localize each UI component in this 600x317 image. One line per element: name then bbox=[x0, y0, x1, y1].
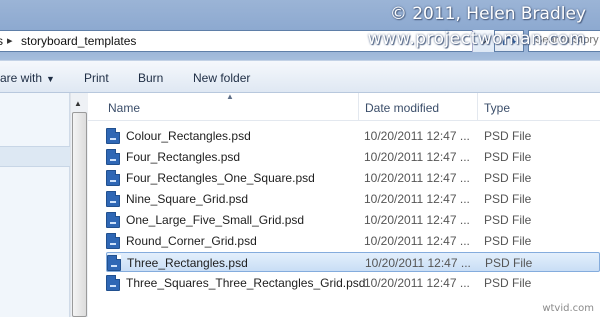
psd-file-icon bbox=[106, 233, 120, 249]
nav-selected-item[interactable] bbox=[0, 146, 70, 167]
psd-file-icon bbox=[106, 149, 120, 165]
nav-pane-scrollbar[interactable]: ▲ bbox=[70, 93, 88, 317]
column-headers: ▲ Name Date modified Type bbox=[88, 92, 600, 121]
file-type: PSD File bbox=[484, 129, 532, 143]
file-row-selected[interactable]: Three_Rectangles.psd 10/20/2011 12:47 ..… bbox=[106, 252, 600, 272]
column-divider[interactable] bbox=[358, 93, 359, 121]
file-name: Four_Rectangles_One_Square.psd bbox=[126, 171, 315, 185]
file-type: PSD File bbox=[485, 256, 533, 270]
psd-file-icon bbox=[107, 255, 121, 271]
file-row[interactable]: Four_Rectangles.psd 10/20/2011 12:47 ...… bbox=[106, 147, 600, 167]
file-name: One_Large_Five_Small_Grid.psd bbox=[126, 213, 305, 227]
navigation-pane bbox=[0, 93, 70, 317]
file-row[interactable]: Colour_Rectangles.psd 10/20/2011 12:47 .… bbox=[106, 126, 600, 146]
file-list-pane: ▲ Name Date modified Type Colour_Rectang… bbox=[88, 92, 600, 317]
psd-file-icon bbox=[106, 212, 120, 228]
file-row[interactable]: Four_Rectangles_One_Square.psd 10/20/201… bbox=[106, 168, 600, 188]
print-button[interactable]: Print bbox=[84, 71, 109, 85]
watermark-copyright-line: © 2011, Helen Bradley bbox=[389, 4, 586, 24]
column-header-name[interactable]: Name bbox=[108, 101, 140, 115]
file-name: Round_Corner_Grid.psd bbox=[126, 234, 257, 248]
window-title-bar: s ▸ storyboard_templates © 2011, Helen B… bbox=[0, 0, 600, 60]
share-with-label: are with bbox=[0, 71, 43, 85]
file-date-modified: 10/20/2011 12:47 ... bbox=[364, 192, 470, 206]
psd-file-icon bbox=[106, 128, 120, 144]
breadcrumb-previous-segment[interactable]: s bbox=[0, 34, 3, 48]
psd-file-icon bbox=[106, 170, 120, 186]
psd-file-icon bbox=[106, 191, 120, 207]
file-row[interactable]: Round_Corner_Grid.psd 10/20/2011 12:47 .… bbox=[106, 231, 600, 251]
file-row[interactable]: Three_Squares_Three_Rectangles_Grid.psd … bbox=[106, 273, 600, 293]
file-name: Three_Rectangles.psd bbox=[127, 256, 248, 270]
file-type: PSD File bbox=[484, 213, 532, 227]
column-header-type[interactable]: Type bbox=[484, 101, 510, 115]
file-date-modified: 10/20/2011 12:47 ... bbox=[364, 234, 470, 248]
column-divider[interactable] bbox=[477, 93, 478, 121]
file-date-modified: 10/20/2011 12:47 ... bbox=[364, 171, 470, 185]
file-type: PSD File bbox=[484, 171, 532, 185]
copyright-watermark: © 2011, Helen Bradley www.projectwoman.c… bbox=[368, 2, 586, 52]
watermark-url-line: www.projectwoman.com bbox=[367, 29, 586, 49]
file-type: PSD File bbox=[484, 234, 532, 248]
file-row[interactable]: Nine_Square_Grid.psd 10/20/2011 12:47 ..… bbox=[106, 189, 600, 209]
breadcrumb-current-folder[interactable]: storyboard_templates bbox=[21, 34, 136, 48]
burn-button[interactable]: Burn bbox=[138, 71, 163, 85]
file-date-modified: 10/20/2011 12:47 ... bbox=[364, 129, 470, 143]
file-name: Four_Rectangles.psd bbox=[126, 150, 241, 164]
file-type: PSD File bbox=[484, 192, 532, 206]
file-date-modified: 10/20/2011 12:47 ... bbox=[365, 256, 471, 270]
command-toolbar: are with ▼ Print Burn New folder bbox=[0, 60, 600, 93]
file-name: Colour_Rectangles.psd bbox=[126, 129, 251, 143]
share-with-button[interactable]: are with ▼ bbox=[0, 71, 55, 85]
file-date-modified: 10/20/2011 12:47 ... bbox=[364, 150, 470, 164]
file-row[interactable]: One_Large_Five_Small_Grid.psd 10/20/2011… bbox=[106, 210, 600, 230]
breadcrumb-separator-icon[interactable]: ▸ bbox=[7, 34, 13, 47]
file-date-modified: 10/20/2011 12:47 ... bbox=[364, 213, 470, 227]
file-type: PSD File bbox=[484, 150, 532, 164]
column-header-date-modified[interactable]: Date modified bbox=[365, 101, 439, 115]
new-folder-button[interactable]: New folder bbox=[193, 71, 250, 85]
sort-ascending-icon: ▲ bbox=[226, 92, 234, 101]
file-name: Nine_Square_Grid.psd bbox=[126, 192, 249, 206]
chevron-down-icon: ▼ bbox=[46, 74, 55, 84]
scroll-up-arrow-icon[interactable]: ▲ bbox=[74, 99, 82, 108]
file-date-modified: 10/20/2011 12:47 ... bbox=[364, 276, 470, 290]
psd-file-icon bbox=[106, 275, 120, 291]
file-type: PSD File bbox=[484, 276, 532, 290]
corner-watermark: wtvid.com bbox=[542, 303, 594, 314]
scrollbar-thumb[interactable] bbox=[72, 112, 87, 317]
file-name: Three_Squares_Three_Rectangles_Grid.psd bbox=[126, 276, 366, 290]
